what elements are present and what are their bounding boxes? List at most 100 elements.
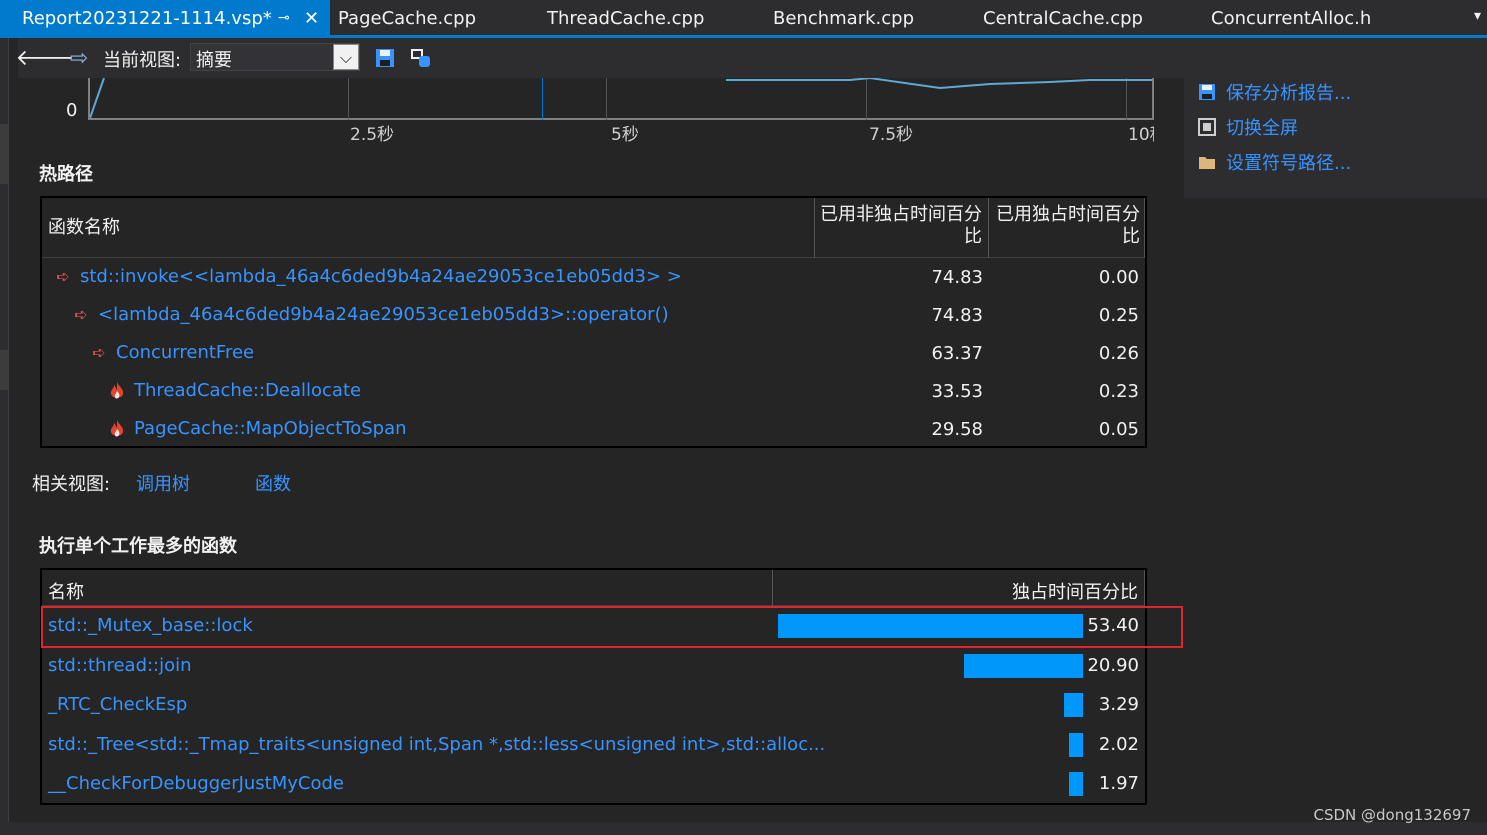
tab-label: PageCache.cpp bbox=[338, 8, 477, 29]
column-header-name[interactable]: 名称 bbox=[48, 578, 84, 604]
export-icon[interactable] bbox=[408, 45, 434, 71]
column-header-inclusive[interactable]: 已用非独占时间百分比 bbox=[814, 198, 986, 258]
exclusive-value: 0.00 bbox=[1098, 267, 1139, 288]
tab-benchmark[interactable]: Benchmark.cpp bbox=[773, 0, 914, 35]
top-functions-table: 名称 独占时间百分比 std::_Mutex_base::lock 53.40 st… bbox=[40, 568, 1147, 805]
tab-concurrentalloc[interactable]: ConcurrentAlloc.h bbox=[1211, 0, 1371, 35]
exclusive-pct-bar bbox=[1069, 772, 1083, 796]
table-row[interactable]: std::thread::join 20.90 bbox=[42, 646, 1145, 686]
chevron-down-icon[interactable]: ⌵ bbox=[333, 44, 359, 70]
status-bar bbox=[0, 822, 1487, 835]
forward-arrow-icon[interactable]: ⇨ bbox=[66, 45, 92, 71]
left-edge-marker bbox=[0, 350, 8, 390]
table-row[interactable]: std::_Tree<std::_Tmap_traits<unsigned in… bbox=[42, 725, 1145, 765]
toggle-fullscreen-link[interactable]: 切换全屏 bbox=[1196, 113, 1298, 141]
table-row[interactable]: _RTC_CheckEsp 3.29 bbox=[42, 685, 1145, 725]
column-header-exclusive[interactable]: 已用独占时间百分比 bbox=[988, 198, 1145, 258]
tab-label: ThreadCache.cpp bbox=[547, 8, 705, 29]
table-row[interactable]: PageCache::MapObjectToSpan 29.58 0.05 bbox=[42, 410, 1145, 448]
function-link[interactable]: std::thread::join bbox=[48, 655, 192, 676]
table-row[interactable]: ThreadCache::Deallocate 33.53 0.23 bbox=[42, 372, 1145, 410]
table-row[interactable]: ➪ std::invoke<<lambda_46a4c6ded9b4a24ae2… bbox=[42, 258, 1145, 296]
current-view-select[interactable]: 摘要 ⌵ bbox=[190, 43, 360, 71]
pin-icon[interactable]: ⊸ bbox=[278, 0, 290, 37]
back-arrow-icon[interactable]: 🡐 bbox=[16, 45, 75, 71]
table-row[interactable]: ➪ ConcurrentFree 63.37 0.26 bbox=[42, 334, 1145, 372]
function-link[interactable]: ➪ <lambda_46a4c6ded9b4a24ae29053ce1eb05d… bbox=[70, 304, 669, 325]
exclusive-pct-bar bbox=[1064, 693, 1083, 717]
function-name: std::invoke<<lambda_46a4c6ded9b4a24ae290… bbox=[80, 266, 682, 287]
function-link[interactable]: ➪ std::invoke<<lambda_46a4c6ded9b4a24ae2… bbox=[52, 266, 682, 287]
fullscreen-icon bbox=[1196, 116, 1218, 138]
document-tab-strip: Report20231221-1114.vsp* ⊸ ✕ PageCache.c… bbox=[0, 0, 1487, 38]
hot-path-arrow-icon: ➪ bbox=[92, 343, 106, 362]
tab-label: CentralCache.cpp bbox=[983, 8, 1143, 29]
save-icon[interactable] bbox=[372, 45, 398, 71]
exclusive-value: 0.23 bbox=[1098, 381, 1139, 402]
report-actions-panel: 保存分析报告... 切换全屏 设置符号路径... bbox=[1184, 78, 1487, 198]
x-tick-label: 10秒 bbox=[1128, 125, 1154, 145]
hot-path-title: 热路径 bbox=[39, 164, 93, 185]
report-toolbar: 🡐 ⇨ 当前视图: 摘要 ⌵ bbox=[16, 38, 1487, 78]
exclusive-pct-bar bbox=[964, 653, 1083, 678]
hot-path-table: 函数名称 已用非独占时间百分比 已用独占时间百分比 ➪ std::invoke<… bbox=[40, 196, 1147, 448]
exclusive-pct-value: 20.90 bbox=[1087, 654, 1139, 676]
set-symbol-path-link[interactable]: 设置符号路径... bbox=[1196, 148, 1351, 176]
save-report-label: 保存分析报告... bbox=[1226, 83, 1352, 104]
watermark: CSDN @dong132697 bbox=[1313, 806, 1471, 824]
tab-label: Report20231221-1114.vsp* bbox=[22, 8, 272, 29]
tab-label: Benchmark.cpp bbox=[773, 8, 914, 29]
exclusive-value: 0.05 bbox=[1098, 419, 1139, 440]
cpu-usage-line bbox=[90, 78, 1152, 119]
tab-overflow-icon[interactable]: ▾ bbox=[1474, 8, 1481, 24]
function-link[interactable]: PageCache::MapObjectToSpan bbox=[106, 418, 407, 439]
current-view-label: 当前视图: bbox=[103, 50, 182, 71]
inclusive-value: 63.37 bbox=[931, 343, 983, 364]
related-views-label: 相关视图: bbox=[32, 474, 111, 495]
set-symbol-path-label: 设置符号路径... bbox=[1226, 153, 1352, 174]
selection-highlight bbox=[41, 606, 1183, 648]
folder-icon bbox=[1196, 151, 1218, 173]
inclusive-value: 74.83 bbox=[931, 267, 983, 288]
column-header-function-name[interactable]: 函数名称 bbox=[48, 198, 120, 258]
hot-path-arrow-icon: ➪ bbox=[74, 305, 88, 324]
top-functions-header: 名称 独占时间百分比 bbox=[42, 570, 1145, 606]
close-icon[interactable]: ✕ bbox=[304, 0, 319, 37]
inclusive-value: 33.53 bbox=[931, 381, 983, 402]
function-link[interactable]: ThreadCache::Deallocate bbox=[106, 380, 361, 401]
x-tick-label: 7.5秒 bbox=[869, 125, 914, 145]
y-axis-zero-label: 0 bbox=[66, 100, 78, 121]
table-row[interactable]: __CheckForDebuggerJustMyCode 1.97 bbox=[42, 764, 1145, 804]
table-row[interactable]: ➪ <lambda_46a4c6ded9b4a24ae29053ce1eb05d… bbox=[42, 296, 1145, 334]
column-header-exclusive-pct[interactable]: 独占时间百分比 bbox=[772, 570, 1145, 606]
function-link[interactable]: __CheckForDebuggerJustMyCode bbox=[48, 773, 344, 794]
save-icon bbox=[1196, 81, 1218, 103]
function-link[interactable]: _RTC_CheckEsp bbox=[48, 694, 187, 715]
tab-label: ConcurrentAlloc.h bbox=[1211, 8, 1372, 29]
exclusive-value: 0.26 bbox=[1098, 343, 1139, 364]
function-name: ThreadCache::Deallocate bbox=[134, 380, 362, 401]
exclusive-pct-bar bbox=[1069, 732, 1083, 757]
function-name: <lambda_46a4c6ded9b4a24ae29053ce1eb05dd3… bbox=[98, 304, 669, 325]
tab-report[interactable]: Report20231221-1114.vsp* ⊸ ✕ bbox=[0, 0, 330, 35]
hot-path-arrow-icon: ➪ bbox=[56, 267, 70, 286]
functions-link[interactable]: 函数 bbox=[255, 470, 291, 496]
toggle-fullscreen-label: 切换全屏 bbox=[1226, 118, 1298, 139]
left-edge-panel bbox=[0, 38, 9, 835]
x-tick-label: 2.5秒 bbox=[350, 125, 395, 145]
save-report-link[interactable]: 保存分析报告... bbox=[1196, 78, 1351, 106]
flame-icon bbox=[106, 381, 128, 401]
flame-icon bbox=[106, 419, 128, 439]
call-tree-link[interactable]: 调用树 bbox=[136, 470, 190, 496]
exclusive-value: 0.25 bbox=[1098, 305, 1139, 326]
exclusive-pct-value: 1.97 bbox=[1098, 773, 1139, 794]
current-view-value: 摘要 bbox=[196, 50, 232, 71]
function-link[interactable]: ➪ ConcurrentFree bbox=[88, 342, 254, 363]
function-link[interactable]: std::_Tree<std::_Tmap_traits<unsigned in… bbox=[48, 734, 825, 755]
cpu-usage-chart[interactable] bbox=[88, 78, 1154, 120]
left-edge-marker bbox=[0, 124, 8, 184]
tab-centralcache[interactable]: CentralCache.cpp bbox=[983, 0, 1143, 35]
inclusive-value: 74.83 bbox=[931, 305, 983, 326]
tab-pagecache[interactable]: PageCache.cpp bbox=[338, 0, 476, 35]
tab-threadcache[interactable]: ThreadCache.cpp bbox=[547, 0, 704, 35]
